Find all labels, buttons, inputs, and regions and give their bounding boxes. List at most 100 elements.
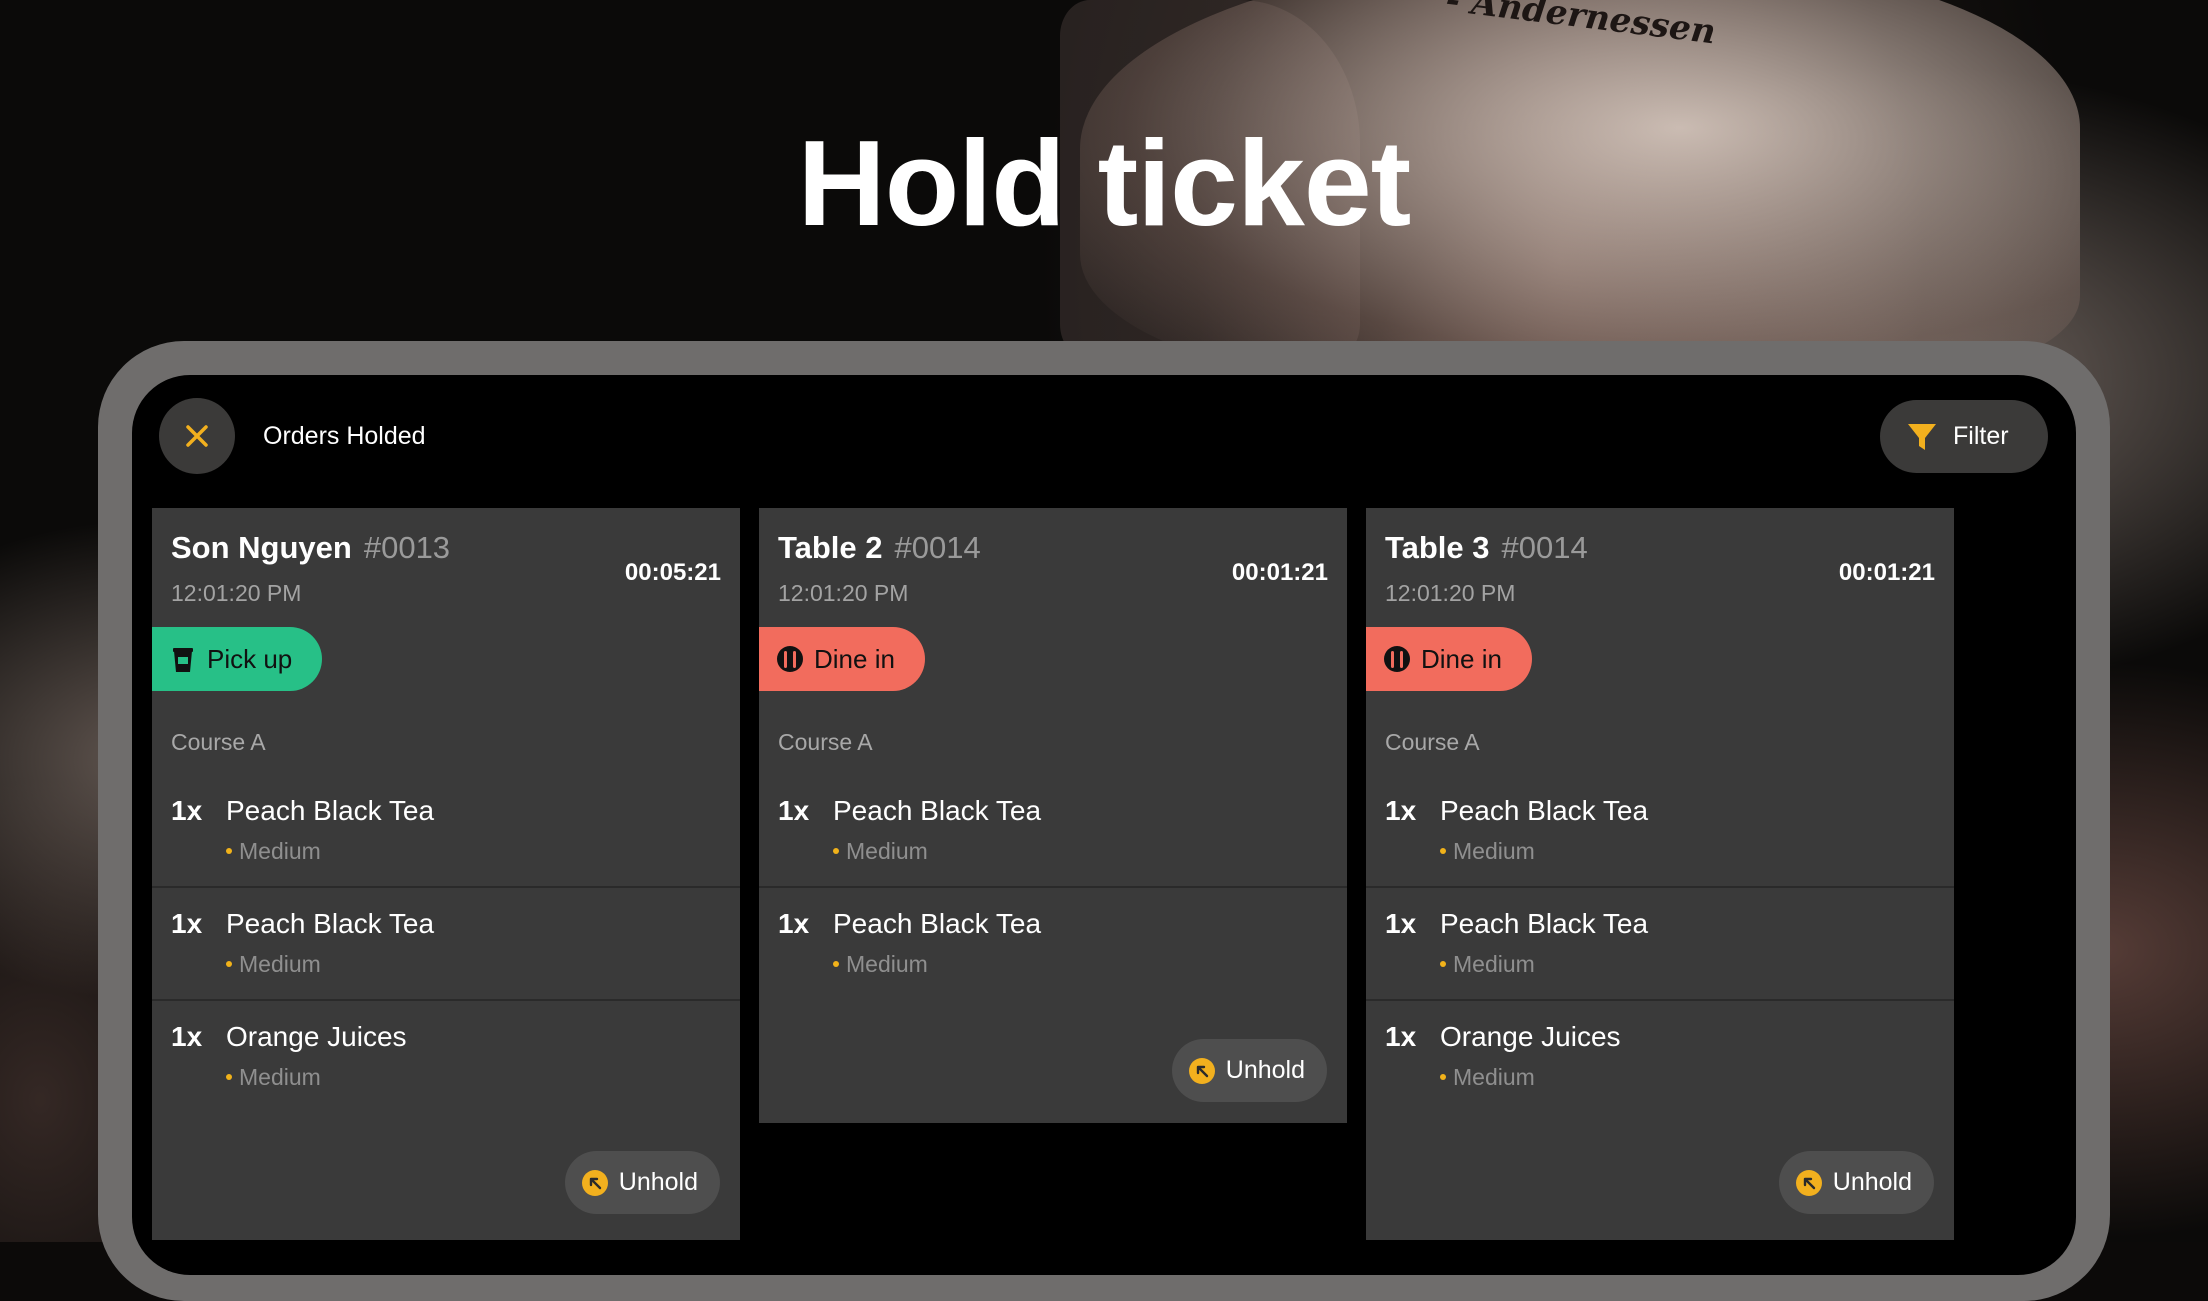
order-type-label: Dine in: [814, 643, 895, 674]
item-qty: 1x: [1385, 795, 1417, 826]
item-name: Peach Black Tea: [226, 795, 435, 826]
order-type-label: Dine in: [1421, 643, 1502, 674]
list-item: 1x Peach Black Tea Medium: [152, 775, 740, 888]
item-modifier: Medium: [1440, 951, 1535, 978]
item-qty: 1x: [171, 1021, 203, 1052]
item-name: Orange Juices: [226, 1021, 407, 1052]
order-timer: 00:01:21: [1231, 559, 1328, 586]
order-name-text: Table 3: [1385, 530, 1490, 565]
order-items: 1x Peach Black Tea Medium 1x Peach Black…: [1366, 775, 1954, 1112]
list-item: 1x Peach Black Tea Medium: [152, 888, 740, 1001]
bullet-icon: [833, 960, 839, 967]
unhold-icon: [1188, 1057, 1215, 1084]
unhold-button[interactable]: Unhold: [1778, 1151, 1934, 1214]
order-name: Son Nguyen #0013: [171, 530, 450, 566]
item-name: Peach Black Tea: [226, 908, 435, 939]
order-number: #0014: [894, 530, 981, 565]
app-screen: Orders Holded Filter Son Nguyen #0013 12:…: [132, 375, 2076, 1275]
item-modifier: Medium: [1440, 1064, 1535, 1091]
tablet-frame: Orders Holded Filter Son Nguyen #0013 12:…: [98, 341, 2110, 1301]
list-item: 1x Peach Black Tea Medium: [1366, 775, 1954, 888]
item-modifier: Medium: [833, 951, 928, 978]
item-modifier-text: Medium: [846, 951, 928, 977]
item-modifier: Medium: [226, 1064, 321, 1091]
order-name: Table 3 #0014: [1385, 530, 1588, 566]
order-header: Son Nguyen #0013 12:01:20 PM 00:05:21: [152, 508, 740, 606]
item-modifier: Medium: [1440, 838, 1535, 865]
unhold-button[interactable]: Unhold: [564, 1151, 720, 1214]
order-name-text: Son Nguyen: [171, 530, 352, 565]
item-name: Peach Black Tea: [833, 795, 1042, 826]
course-label: Course A: [171, 729, 266, 755]
funnel-icon: [1908, 423, 1936, 450]
item-modifier-text: Medium: [1453, 838, 1535, 864]
bullet-icon: [1440, 1073, 1446, 1080]
bullet-icon: [1440, 847, 1446, 854]
dine-in-badge[interactable]: Dine in: [759, 627, 925, 691]
item-qty: 1x: [1385, 1021, 1417, 1052]
item-modifier-text: Medium: [239, 951, 321, 977]
item-name: Peach Black Tea: [1440, 795, 1649, 826]
filter-label: Filter: [1953, 422, 2009, 450]
list-item: 1x Orange Juices Medium: [152, 1001, 740, 1112]
bullet-icon: [226, 847, 232, 854]
order-timer: 00:05:21: [624, 559, 721, 586]
bullet-icon: [1440, 960, 1446, 967]
item-modifier: Medium: [833, 838, 928, 865]
order-items: 1x Peach Black Tea Medium 1x Peach Black…: [759, 775, 1347, 999]
item-qty: 1x: [778, 795, 810, 826]
list-item: 1x Peach Black Tea Medium: [759, 775, 1347, 888]
close-icon: [186, 425, 208, 447]
close-button[interactable]: [159, 398, 235, 474]
item-modifier-text: Medium: [239, 1064, 321, 1090]
order-time: 12:01:20 PM: [171, 580, 302, 606]
unhold-icon: [1795, 1169, 1822, 1196]
pickup-badge[interactable]: Pick up: [152, 627, 323, 691]
bullet-icon: [226, 960, 232, 967]
order-time: 12:01:20 PM: [1385, 580, 1516, 606]
bullet-icon: [226, 1073, 232, 1080]
unhold-icon: [581, 1169, 608, 1196]
course-label: Course A: [778, 729, 873, 755]
item-qty: 1x: [778, 908, 810, 939]
order-number: #0013: [363, 530, 451, 565]
course-label: Course A: [1385, 729, 1480, 755]
order-number: #0014: [1501, 530, 1588, 565]
item-modifier: Medium: [226, 951, 321, 978]
item-modifier-text: Medium: [239, 838, 321, 864]
dine-in-icon: [1384, 646, 1410, 672]
dine-in-badge[interactable]: Dine in: [1366, 627, 1532, 691]
order-time: 12:01:20 PM: [778, 580, 909, 606]
order-card[interactable]: Table 2 #0014 12:01:20 PM 00:01:21 Dine i…: [759, 508, 1347, 1123]
order-header: Table 3 #0014 12:01:20 PM 00:01:21: [1366, 508, 1954, 606]
unhold-label: Unhold: [618, 1168, 698, 1196]
item-modifier-text: Medium: [1453, 951, 1535, 977]
item-name: Peach Black Tea: [1440, 908, 1649, 939]
list-item: 1x Peach Black Tea Medium: [759, 888, 1347, 999]
unhold-label: Unhold: [1832, 1168, 1912, 1196]
order-timer: 00:01:21: [1838, 559, 1935, 586]
order-card[interactable]: Son Nguyen #0013 12:01:20 PM 00:05:21 Pic…: [152, 508, 740, 1240]
item-name: Orange Juices: [1440, 1021, 1621, 1052]
unhold-button[interactable]: Unhold: [1171, 1039, 1327, 1102]
item-qty: 1x: [171, 908, 203, 939]
takeaway-cup-icon: [173, 648, 193, 672]
item-modifier-text: Medium: [846, 838, 928, 864]
item-qty: 1x: [1385, 908, 1417, 939]
order-items: 1x Peach Black Tea Medium 1x Peach Black…: [152, 775, 740, 1112]
order-card[interactable]: Table 3 #0014 12:01:20 PM 00:01:21 Dine i…: [1366, 508, 1954, 1240]
page-title: Orders Holded: [263, 422, 426, 450]
unhold-label: Unhold: [1225, 1056, 1305, 1084]
bullet-icon: [833, 847, 839, 854]
order-name: Table 2 #0014: [778, 530, 981, 566]
order-type-label: Pick up: [207, 643, 293, 674]
filter-button[interactable]: Filter: [1880, 400, 2048, 473]
list-item: 1x Peach Black Tea Medium: [1366, 888, 1954, 1001]
order-name-text: Table 2: [778, 530, 883, 565]
list-item: 1x Orange Juices Medium: [1366, 1001, 1954, 1112]
item-qty: 1x: [171, 795, 203, 826]
hero-title: Hold ticket: [797, 115, 1412, 251]
order-header: Table 2 #0014 12:01:20 PM 00:01:21: [759, 508, 1347, 606]
item-modifier-text: Medium: [1453, 1064, 1535, 1090]
item-modifier: Medium: [226, 838, 321, 865]
